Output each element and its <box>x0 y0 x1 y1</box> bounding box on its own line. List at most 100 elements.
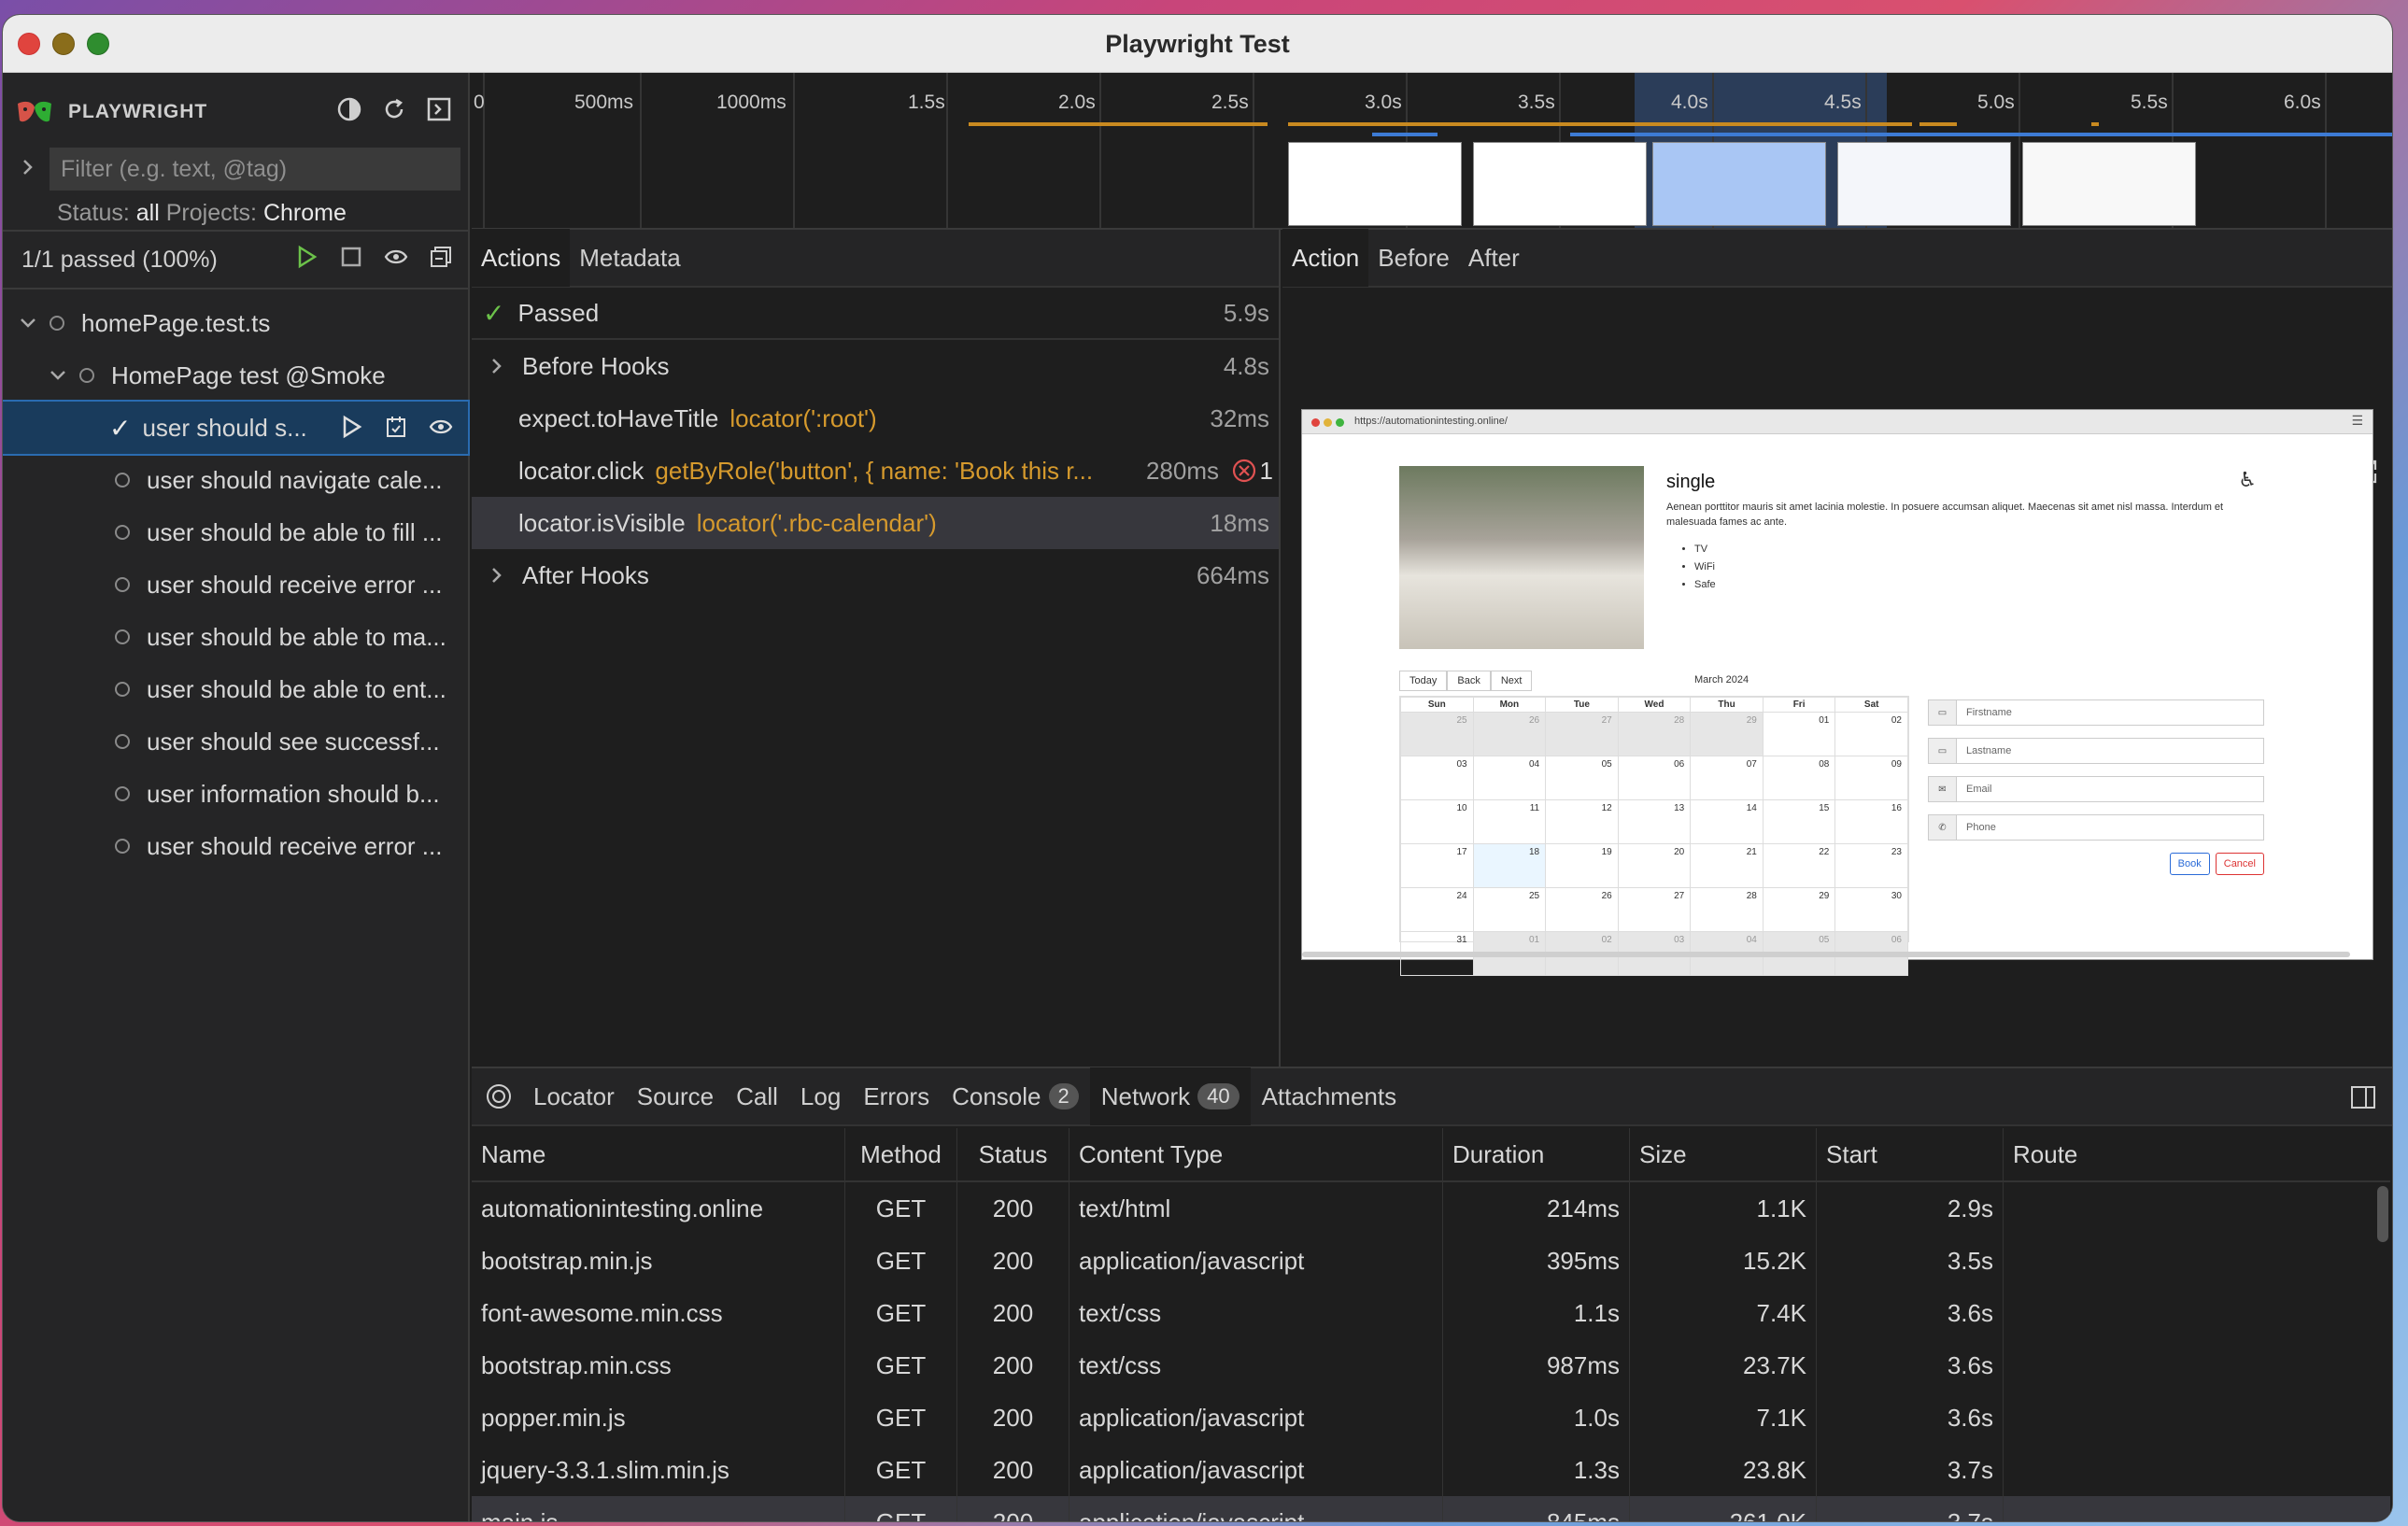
tree-test-item[interactable]: user should receive error ... <box>3 820 468 872</box>
chevron-down-icon[interactable] <box>18 313 38 333</box>
calendar-day[interactable]: 27 <box>1617 887 1692 932</box>
calendar-day[interactable]: 17 <box>1400 843 1474 888</box>
show-source-icon[interactable] <box>382 413 410 441</box>
calendar-day[interactable]: 11 <box>1472 799 1547 844</box>
calendar-day[interactable]: 05 <box>1545 756 1619 800</box>
projects-value[interactable]: Chrome <box>263 200 347 226</box>
calendar-day[interactable]: 27 <box>1545 712 1619 756</box>
calendar-day[interactable]: 25 <box>1472 887 1547 932</box>
chevron-right-icon[interactable] <box>18 157 38 177</box>
column-header-status[interactable]: Status <box>957 1128 1069 1180</box>
book-button[interactable]: Book <box>2169 853 2210 875</box>
collapse-all-icon[interactable] <box>427 243 455 271</box>
calendar-day[interactable]: 02 <box>1834 712 1908 756</box>
watch-all-icon[interactable] <box>382 243 410 271</box>
calendar-day[interactable]: 28 <box>1690 887 1764 932</box>
booking-calendar[interactable]: Sun Mon Tue Wed Thu Fri Sat 25 26 27 28 29 01 02 03 04… <box>1399 696 1909 976</box>
calendar-day[interactable]: 04 <box>1472 756 1547 800</box>
tab-errors[interactable]: Errors <box>852 1067 941 1125</box>
action-row-passed[interactable]: ✓ Passed 5.9s <box>472 288 1279 340</box>
tree-test-item[interactable]: ✓ user should s... <box>3 400 470 456</box>
calendar-day[interactable]: 22 <box>1762 843 1836 888</box>
tree-test-item[interactable]: user should see successf... <box>3 715 468 768</box>
calendar-day[interactable]: 25 <box>1400 712 1474 756</box>
column-header-size[interactable]: Size <box>1630 1128 1817 1180</box>
calendar-day[interactable]: 20 <box>1617 843 1692 888</box>
calendar-day[interactable]: 26 <box>1545 887 1619 932</box>
action-row-selected[interactable]: locator.isVisible locator('.rbc-calendar… <box>472 497 1279 549</box>
horizontal-scrollbar[interactable] <box>1302 952 2350 957</box>
run-all-icon[interactable] <box>292 243 320 271</box>
screenshot-thumbnail[interactable] <box>1288 142 1462 226</box>
action-row[interactable]: After Hooks 664ms <box>472 549 1279 601</box>
network-row[interactable]: bootstrap.min.css GET 200 text/css 987ms 23.7… <box>472 1339 2390 1392</box>
stop-icon[interactable] <box>337 243 365 271</box>
status-value[interactable]: all <box>136 200 160 226</box>
calendar-day[interactable]: 29 <box>1690 712 1764 756</box>
email-field[interactable]: ✉ Email <box>1928 776 2264 802</box>
calendar-day[interactable]: 08 <box>1762 756 1836 800</box>
calendar-day[interactable]: 18 <box>1472 843 1547 888</box>
reload-icon[interactable] <box>380 95 408 123</box>
calendar-day[interactable]: 16 <box>1834 799 1908 844</box>
tab-network[interactable]: Network 40 <box>1089 1067 1251 1125</box>
network-row[interactable]: bootstrap.min.js GET 200 application/javasc… <box>472 1235 2390 1287</box>
tree-test-item[interactable]: user information should b... <box>3 768 468 820</box>
run-test-icon[interactable] <box>337 413 365 441</box>
calendar-day[interactable]: 23 <box>1834 843 1908 888</box>
calendar-day[interactable]: 07 <box>1690 756 1764 800</box>
phone-field[interactable]: ✆ Phone <box>1928 814 2264 841</box>
network-row[interactable]: automationintesting.online GET 200 text/htm… <box>472 1182 2390 1235</box>
tab-call[interactable]: Call <box>725 1067 789 1125</box>
tree-test-item[interactable]: user should be able to fill ... <box>3 506 468 558</box>
chevron-right-icon[interactable] <box>487 565 507 586</box>
tab-metadata[interactable]: Metadata <box>570 229 689 287</box>
network-row[interactable]: popper.min.js GET 200 application/javascrip… <box>472 1392 2390 1444</box>
screenshot-thumbnail[interactable] <box>1473 142 1647 226</box>
chevron-down-icon[interactable] <box>48 365 68 386</box>
cancel-button[interactable]: Cancel <box>2215 853 2264 875</box>
screenshot-thumbnail[interactable] <box>1652 142 1826 226</box>
tab-attachments[interactable]: Attachments <box>1251 1067 1409 1125</box>
network-row[interactable]: main.jsGET200application/javascript845ms… <box>472 1496 2390 1521</box>
tab-source[interactable]: Source <box>626 1067 725 1125</box>
page-snapshot[interactable]: https://automationintesting.online/ ☰ si… <box>1301 409 2373 976</box>
calendar-day[interactable]: 24 <box>1400 887 1474 932</box>
column-header-start[interactable]: Start <box>1817 1128 2004 1180</box>
tree-test-item[interactable]: user should be able to ma... <box>3 611 468 663</box>
column-header-route[interactable]: Route <box>2004 1128 2390 1180</box>
tree-suite[interactable]: HomePage test @Smoke <box>3 349 468 402</box>
calendar-back-button[interactable]: Back <box>1447 671 1491 691</box>
lastname-field[interactable]: ▭ Lastname <box>1928 738 2264 764</box>
tree-file[interactable]: homePage.test.ts <box>3 297 468 349</box>
calendar-day[interactable]: 28 <box>1617 712 1692 756</box>
calendar-day[interactable]: 21 <box>1690 843 1764 888</box>
tab-after[interactable]: After <box>1459 229 1529 287</box>
timeline[interactable]: 0 500ms 1000ms 1.5s 2.0s 2.5s 3.0s 3.5s … <box>472 73 2392 230</box>
firstname-field[interactable]: ▭ Firstname <box>1928 699 2264 726</box>
calendar-day[interactable]: 30 <box>1834 887 1908 932</box>
toggle-sidebar-icon[interactable] <box>2349 1083 2377 1111</box>
tab-actions[interactable]: Actions <box>472 229 571 287</box>
network-row[interactable]: font-awesome.min.css GET 200 text/css 1.1s 7.… <box>472 1287 2390 1339</box>
status-filter-line[interactable]: Status: all Projects: Chrome <box>57 200 347 227</box>
calendar-day[interactable]: 13 <box>1617 799 1692 844</box>
calendar-day[interactable]: 09 <box>1834 756 1908 800</box>
tab-locator[interactable]: Locator <box>522 1067 626 1125</box>
action-row[interactable]: locator.click getByRole('button', { name… <box>472 445 1279 497</box>
chevron-right-icon[interactable] <box>487 356 507 376</box>
calendar-next-button[interactable]: Next <box>1490 671 1533 691</box>
tab-console[interactable]: Console 2 <box>941 1067 1090 1125</box>
screenshot-thumbnail[interactable] <box>2022 142 2196 226</box>
pick-locator-icon[interactable] <box>485 1082 513 1110</box>
calendar-day[interactable]: 03 <box>1400 756 1474 800</box>
vertical-scrollbar[interactable] <box>2377 1186 2388 1242</box>
tree-test-item[interactable]: user should navigate cale... <box>3 454 468 506</box>
theme-toggle-icon[interactable] <box>335 95 363 123</box>
calendar-day[interactable]: 19 <box>1545 843 1619 888</box>
watch-test-icon[interactable] <box>427 413 455 441</box>
toggle-output-icon[interactable] <box>425 95 453 123</box>
filter-input[interactable] <box>50 148 460 191</box>
column-header-name[interactable]: Name <box>472 1128 845 1180</box>
calendar-day[interactable]: 01 <box>1762 712 1836 756</box>
